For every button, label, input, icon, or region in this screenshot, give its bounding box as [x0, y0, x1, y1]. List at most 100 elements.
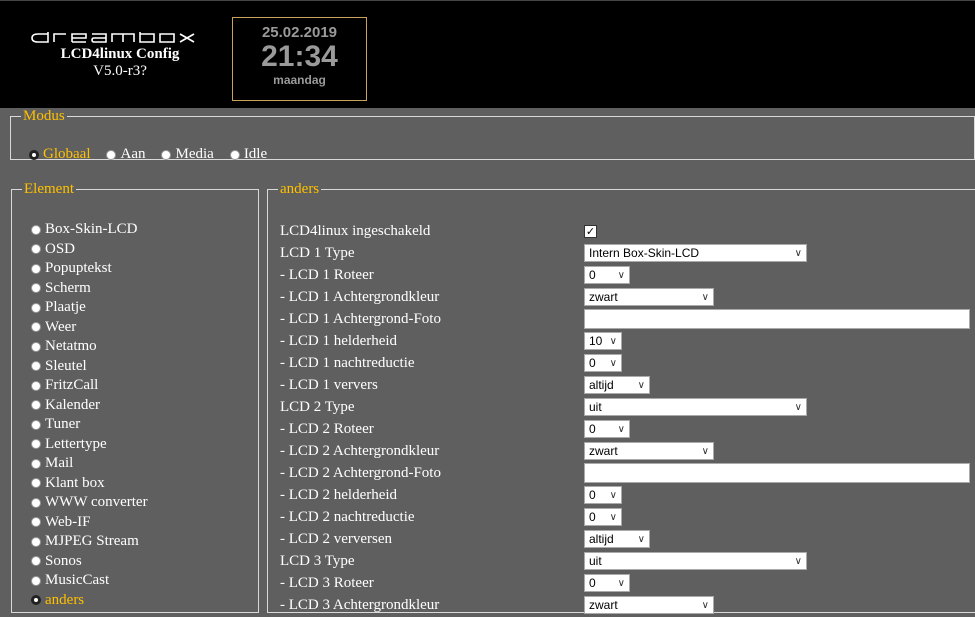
- setting-select[interactable]: uit ∨: [584, 398, 807, 416]
- select-value: 0: [589, 488, 596, 502]
- radio-icon[interactable]: [31, 302, 41, 313]
- chevron-down-icon: ∨: [609, 357, 617, 369]
- radio-icon[interactable]: [31, 400, 41, 411]
- element-item-label: Box-Skin-LCD: [45, 221, 138, 237]
- element-item-www-converter[interactable]: WWW converter: [31, 493, 148, 513]
- setting-text-input[interactable]: [584, 309, 970, 329]
- radio-icon[interactable]: [31, 283, 41, 294]
- radio-icon[interactable]: [31, 575, 41, 586]
- element-item-label: Popuptekst: [45, 260, 112, 276]
- chevron-down-icon: ∨: [617, 269, 625, 281]
- element-item-mjpeg-stream[interactable]: MJPEG Stream: [31, 532, 148, 552]
- radio-icon[interactable]: [29, 149, 39, 160]
- element-item-kalender[interactable]: Kalender: [31, 396, 148, 416]
- radio-icon[interactable]: [31, 380, 41, 391]
- modus-option-idle[interactable]: Idle: [229, 146, 267, 163]
- setting-label: - LCD 2 nachtreductie: [280, 509, 415, 525]
- setting-select[interactable]: altijd ∨: [584, 530, 650, 548]
- radio-icon[interactable]: [161, 149, 172, 160]
- radio-icon[interactable]: [31, 536, 41, 547]
- setting-label: LCD 1 Type: [280, 245, 355, 261]
- radio-icon[interactable]: [31, 244, 41, 255]
- element-item-mail[interactable]: Mail: [31, 454, 148, 474]
- setting-label: LCD 2 Type: [280, 399, 355, 415]
- radio-icon[interactable]: [31, 595, 41, 606]
- radio-icon[interactable]: [31, 497, 41, 508]
- element-fieldset: Element Box-Skin-LCD OSD Popuptekst Scherm P…: [11, 181, 259, 613]
- setting-select[interactable]: 0 ∨: [584, 266, 630, 284]
- clock-date: 25.02.2019: [261, 24, 338, 41]
- setting-select[interactable]: altijd ∨: [584, 376, 650, 394]
- setting-select[interactable]: 0 ∨: [584, 486, 622, 504]
- clock-widget: 25.02.2019 21:34 maandag: [232, 17, 367, 101]
- radio-icon[interactable]: [106, 149, 117, 160]
- element-item-weer[interactable]: Weer: [31, 318, 148, 338]
- element-item-klant-box[interactable]: Klant box: [31, 474, 148, 494]
- enable-checkbox[interactable]: ✓: [584, 225, 597, 238]
- radio-icon[interactable]: [31, 439, 41, 450]
- element-item-osd[interactable]: OSD: [31, 240, 148, 260]
- chevron-down-icon: ∨: [637, 379, 645, 391]
- element-item-label: OSD: [45, 240, 76, 257]
- element-item-musiccast[interactable]: MusicCast: [31, 571, 148, 591]
- setting-select[interactable]: zwart ∨: [584, 442, 714, 460]
- element-item-netatmo[interactable]: Netatmo: [31, 337, 148, 357]
- element-item-label: Lettertype: [45, 435, 107, 452]
- setting-select[interactable]: zwart ∨: [584, 288, 714, 306]
- element-item-box-skin-lcd[interactable]: Box-Skin-LCD: [31, 220, 148, 240]
- setting-label: LCD 3 Type: [280, 553, 355, 569]
- radio-icon[interactable]: [31, 458, 41, 469]
- setting-select[interactable]: uit ∨: [584, 552, 807, 570]
- select-value: altijd: [589, 532, 614, 546]
- modus-legend: Modus: [23, 108, 65, 124]
- element-item-sleutel[interactable]: Sleutel: [31, 357, 148, 377]
- radio-icon[interactable]: [31, 341, 41, 352]
- clock-time: 21:34: [261, 40, 338, 73]
- modus-fieldset: Modus Globaal Aan Media Idle: [10, 108, 975, 163]
- setting-text-input[interactable]: [584, 463, 970, 483]
- chevron-down-icon: ∨: [637, 533, 645, 545]
- radio-icon[interactable]: [229, 149, 240, 160]
- radio-icon[interactable]: [31, 556, 41, 567]
- element-item-label: anders: [45, 591, 85, 608]
- element-item-web-if[interactable]: Web-IF: [31, 513, 148, 533]
- setting-label: - LCD 3 Achtergrondkleur: [280, 597, 440, 613]
- element-item-label: Netatmo: [45, 338, 97, 354]
- element-item-plaatje[interactable]: Plaatje: [31, 298, 148, 318]
- setting-select[interactable]: Intern Box-Skin-LCD ∨: [584, 244, 807, 262]
- setting-label: - LCD 1 ververs: [280, 377, 378, 393]
- radio-icon[interactable]: [31, 517, 41, 528]
- radio-icon[interactable]: [31, 322, 41, 333]
- setting-select[interactable]: zwart ∨: [584, 596, 714, 614]
- setting-select[interactable]: 0 ∨: [584, 354, 622, 372]
- element-item-label: Scherm: [45, 279, 91, 296]
- element-item-sonos[interactable]: Sonos: [31, 552, 148, 572]
- element-item-anders[interactable]: anders: [31, 591, 148, 611]
- element-item-label: MusicCast: [45, 572, 110, 588]
- modus-option-globaal[interactable]: Globaal: [29, 146, 90, 163]
- radio-icon[interactable]: [31, 419, 41, 430]
- element-item-lettertype[interactable]: Lettertype: [31, 435, 148, 455]
- modus-option-media[interactable]: Media: [161, 146, 214, 163]
- radio-icon[interactable]: [31, 361, 41, 372]
- select-value: zwart: [589, 598, 618, 612]
- select-value: 0: [589, 356, 596, 370]
- setting-label: - LCD 2 helderheid: [280, 487, 398, 503]
- setting-select[interactable]: 0 ∨: [584, 420, 630, 438]
- setting-select[interactable]: 10 ∨: [584, 332, 622, 350]
- radio-icon[interactable]: [31, 478, 41, 489]
- element-item-fritzcall[interactable]: FritzCall: [31, 376, 148, 396]
- element-item-tuner[interactable]: Tuner: [31, 415, 148, 435]
- modus-option-aan[interactable]: Aan: [106, 146, 145, 163]
- element-item-label: Tuner: [45, 416, 81, 432]
- radio-icon[interactable]: [31, 263, 41, 274]
- element-item-popuptekst[interactable]: Popuptekst: [31, 259, 148, 279]
- select-value: 0: [589, 510, 596, 524]
- select-value: 0: [589, 576, 596, 590]
- setting-select[interactable]: 0 ∨: [584, 574, 630, 592]
- setting-label: LCD4linux ingeschakeld: [280, 223, 431, 239]
- setting-label: - LCD 2 verversen: [280, 531, 393, 547]
- radio-icon[interactable]: [31, 224, 41, 235]
- setting-select[interactable]: 0 ∨: [584, 508, 622, 526]
- element-item-scherm[interactable]: Scherm: [31, 279, 148, 299]
